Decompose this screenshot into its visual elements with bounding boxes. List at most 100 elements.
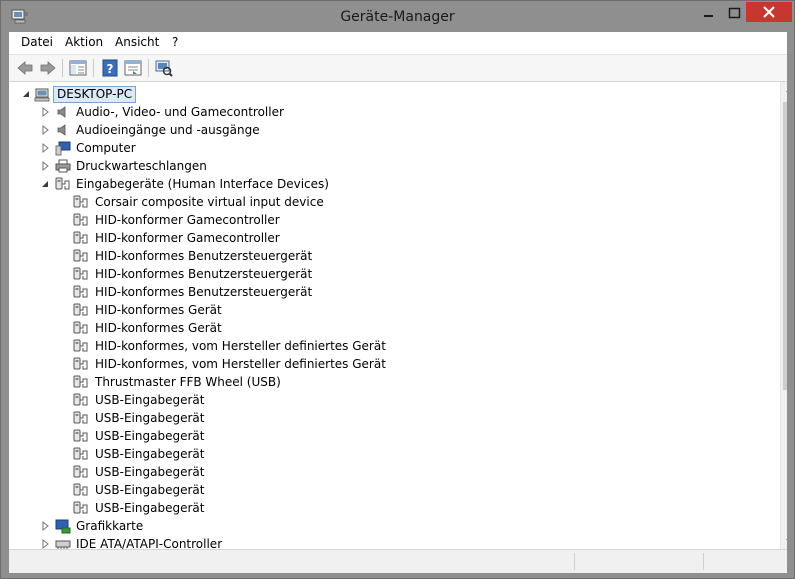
status-bar — [9, 549, 787, 573]
tree-root-label[interactable]: DESKTOP-PC — [53, 86, 137, 103]
tree-device-label[interactable]: HID-konformes, vom Hersteller definierte… — [95, 355, 386, 373]
scroll-up-arrow-icon[interactable] — [781, 82, 787, 99]
tree-device-label[interactable]: USB-Eingabegerät — [95, 499, 204, 517]
hid-device-icon — [73, 447, 88, 460]
hid-device-icon — [73, 429, 88, 442]
forward-icon[interactable] — [38, 58, 58, 78]
tree-category[interactable]: Audio-, Video- und Gamecontroller — [39, 103, 399, 121]
help-icon[interactable]: ? — [100, 58, 120, 78]
hid-device-icon — [73, 303, 88, 316]
speaker-icon — [57, 124, 66, 136]
tree-category-label[interactable]: Druckwarteschlangen — [76, 157, 207, 175]
tree-category[interactable]: IDE ATA/ATAPI-Controller — [39, 535, 399, 549]
tree-device-item[interactable]: USB-Eingabegerät — [73, 427, 473, 445]
status-separator — [574, 553, 575, 570]
menu-datei[interactable]: Datei — [21, 35, 53, 49]
tree-device-label[interactable]: Corsair composite virtual input device — [95, 193, 324, 211]
tree-device-item[interactable]: USB-Eingabegerät — [73, 499, 473, 517]
tree-category-expanded[interactable]: Eingabegeräte (Human Interface Devices) — [39, 175, 399, 193]
tree-category[interactable]: Computer — [39, 139, 399, 157]
tree-category-label[interactable]: Computer — [76, 139, 136, 157]
tree-device-item[interactable]: HID-konformer Gamecontroller — [73, 211, 473, 229]
tree-device-item[interactable]: HID-konformer Gamecontroller — [73, 229, 473, 247]
menu-help[interactable]: ? — [172, 35, 178, 49]
title-bar[interactable]: Geräte-Manager — [1, 1, 794, 32]
tree-device-label[interactable]: USB-Eingabegerät — [95, 427, 204, 445]
tree-device-label[interactable]: HID-konformes Gerät — [95, 319, 222, 337]
tree-device-label[interactable]: HID-konformer Gamecontroller — [95, 229, 280, 247]
tree-device-item[interactable]: HID-konformes Gerät — [73, 319, 473, 337]
expand-icon[interactable] — [39, 517, 51, 535]
collapse-icon[interactable] — [39, 175, 51, 193]
expand-icon[interactable] — [39, 121, 51, 139]
tree-device-item[interactable]: USB-Eingabegerät — [73, 481, 473, 499]
hid-device-icon — [73, 339, 88, 352]
tree-device-label[interactable]: HID-konformes, vom Hersteller definierte… — [95, 337, 386, 355]
tree-device-item[interactable]: HID-konformes Benutzersteuergerät — [73, 247, 473, 265]
tree-category-label[interactable]: Audioeingänge und -ausgänge — [76, 121, 260, 139]
tree-device-label[interactable]: USB-Eingabegerät — [95, 409, 204, 427]
close-button[interactable] — [746, 2, 792, 22]
hid-device-icon — [73, 375, 88, 388]
device-manager-window: Geräte-Manager Datei Aktion Ansicht ? ? … — [0, 0, 795, 579]
toolbar: ? — [9, 55, 787, 82]
tree-device-label[interactable]: USB-Eingabegerät — [95, 481, 204, 499]
tree-device-item[interactable]: USB-Eingabegerät — [73, 409, 473, 427]
tree-device-item[interactable]: Thrustmaster FFB Wheel (USB) — [73, 373, 473, 391]
scrollbar-thumb[interactable] — [783, 102, 787, 390]
tree-device-item[interactable]: USB-Eingabegerät — [73, 463, 473, 481]
printer-icon — [55, 159, 71, 173]
tree-device-label[interactable]: HID-konformes Benutzersteuergerät — [95, 247, 312, 265]
tree-device-label[interactable]: HID-konformes Benutzersteuergerät — [95, 265, 312, 283]
tree-device-item[interactable]: HID-konformes, vom Hersteller definierte… — [73, 355, 473, 373]
menu-aktion[interactable]: Aktion — [65, 35, 103, 49]
tree-device-item[interactable]: HID-konformes Gerät — [73, 301, 473, 319]
tree-device-label[interactable]: HID-konformes Gerät — [95, 301, 222, 319]
menu-ansicht[interactable]: Ansicht — [115, 35, 159, 49]
collapse-icon[interactable] — [20, 85, 32, 103]
tree-device-item[interactable]: Corsair composite virtual input device — [73, 193, 473, 211]
tree-device-label[interactable]: USB-Eingabegerät — [95, 463, 204, 481]
hid-device-icon — [73, 393, 88, 406]
toolbar-separator — [62, 59, 63, 77]
speaker-icon — [57, 106, 66, 118]
maximize-button[interactable] — [721, 2, 748, 24]
tree-category-label[interactable]: Audio-, Video- und Gamecontroller — [76, 103, 284, 121]
tree-device-label[interactable]: HID-konformer Gamecontroller — [95, 211, 280, 229]
device-tree[interactable]: DESKTOP-PC Audio-, Video- und Gamecontro… — [9, 82, 787, 549]
hid-device-icon — [73, 321, 88, 334]
expand-icon[interactable] — [39, 535, 51, 549]
tree-device-label[interactable]: USB-Eingabegerät — [95, 391, 204, 409]
tree-category-label[interactable]: IDE ATA/ATAPI-Controller — [76, 535, 222, 549]
hid-device-icon — [73, 213, 88, 226]
tree-device-item[interactable]: HID-konformes Benutzersteuergerät — [73, 265, 473, 283]
expand-icon[interactable] — [39, 139, 51, 157]
tree-device-item[interactable]: HID-konformes Benutzersteuergerät — [73, 283, 473, 301]
hid-device-icon — [73, 249, 88, 262]
tree-category-label[interactable]: Eingabegeräte (Human Interface Devices) — [76, 175, 329, 193]
tree-device-item[interactable]: USB-Eingabegerät — [73, 391, 473, 409]
scroll-down-arrow-icon[interactable] — [781, 532, 787, 549]
scan-hardware-icon[interactable] — [154, 58, 174, 78]
tree-device-label[interactable]: Thrustmaster FFB Wheel (USB) — [95, 373, 281, 391]
hid-icon — [55, 177, 70, 190]
tree-device-label[interactable]: USB-Eingabegerät — [95, 445, 204, 463]
tree-category-label[interactable]: Grafikkarte — [76, 517, 143, 535]
tree-category[interactable]: Grafikkarte — [39, 517, 399, 535]
back-icon[interactable] — [15, 58, 35, 78]
hid-device-icon — [73, 465, 88, 478]
expand-icon[interactable] — [39, 157, 51, 175]
vertical-scrollbar[interactable] — [780, 82, 787, 549]
hid-device-icon — [73, 357, 88, 370]
tree-device-item[interactable]: HID-konformes, vom Hersteller definierte… — [73, 337, 473, 355]
tree-device-label[interactable]: HID-konformes Benutzersteuergerät — [95, 283, 312, 301]
window-title: Geräte-Manager — [340, 9, 455, 25]
expand-icon[interactable] — [39, 103, 51, 121]
properties-icon[interactable] — [123, 58, 143, 78]
tree-root[interactable]: DESKTOP-PC — [20, 85, 320, 103]
minimize-button[interactable] — [695, 2, 722, 24]
tree-device-item[interactable]: USB-Eingabegerät — [73, 445, 473, 463]
tree-category[interactable]: Audioeingänge und -ausgänge — [39, 121, 399, 139]
tree-category[interactable]: Druckwarteschlangen — [39, 157, 399, 175]
show-hide-console-tree-icon[interactable] — [68, 58, 88, 78]
